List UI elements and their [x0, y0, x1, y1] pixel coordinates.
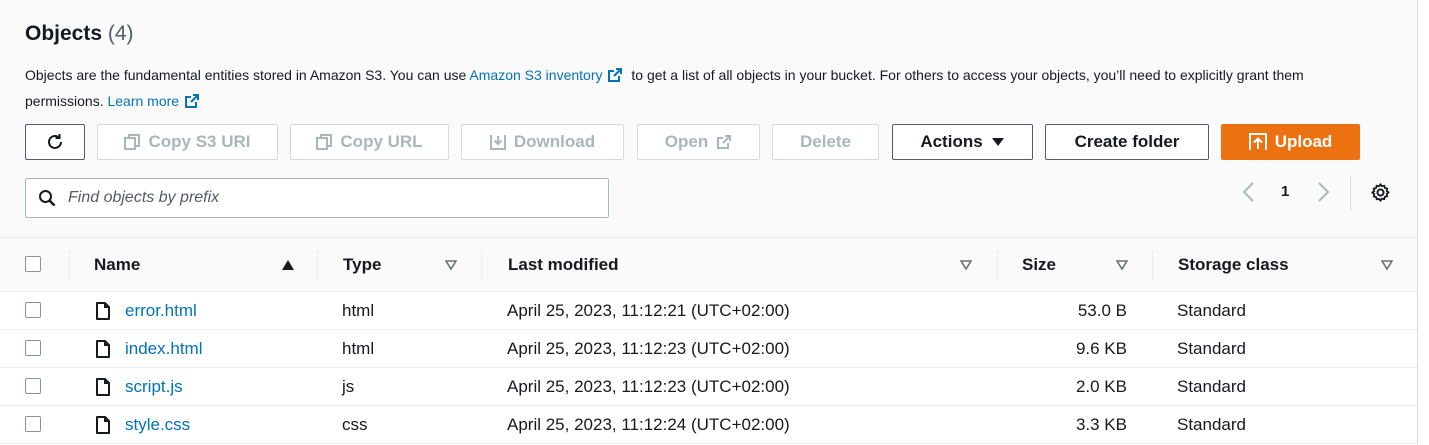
- object-name-link[interactable]: style.css: [125, 415, 190, 435]
- objects-description: Objects are the fundamental entities sto…: [25, 63, 1385, 114]
- object-type: html: [342, 338, 375, 358]
- copy-icon: [316, 134, 333, 150]
- open-label: Open: [664, 132, 709, 151]
- object-size: 3.3 KB: [1075, 414, 1127, 434]
- column-header-type[interactable]: Type: [343, 238, 381, 291]
- table-row[interactable]: style.css css April 25, 2023, 11:12:24 (…: [0, 406, 1417, 444]
- object-last-modified: April 25, 2023, 11:12:21 (UTC+02:00): [507, 300, 790, 320]
- sort-ascending-icon[interactable]: [281, 259, 295, 271]
- column-label: Size: [1022, 254, 1057, 274]
- column-label: Storage class: [1178, 254, 1289, 274]
- object-storage-class: Standard: [1177, 338, 1246, 358]
- sort-icon[interactable]: [445, 260, 457, 270]
- upload-label: Upload: [1274, 132, 1333, 151]
- column-divider: [997, 250, 998, 280]
- sort-icon[interactable]: [1381, 260, 1393, 270]
- object-size: 53.0 B: [1077, 300, 1127, 320]
- create-folder-label: Create folder: [1074, 132, 1180, 151]
- object-type: css: [342, 414, 368, 434]
- description-text-1: Objects are the fundamental entities sto…: [25, 67, 470, 83]
- objects-count: (4): [107, 22, 134, 45]
- column-label: Type: [343, 254, 382, 274]
- object-size: 2.0 KB: [1075, 376, 1127, 396]
- object-storage-class: Standard: [1177, 376, 1246, 396]
- previous-page-icon[interactable]: [1240, 181, 1258, 203]
- settings-gear-icon[interactable]: [1370, 182, 1391, 203]
- column-header-last-modified[interactable]: Last modified: [508, 238, 619, 291]
- file-icon: [96, 340, 110, 358]
- sort-icon[interactable]: [960, 260, 972, 270]
- create-folder-button[interactable]: Create folder: [1045, 124, 1209, 160]
- column-label: Last modified: [508, 254, 619, 274]
- search-box[interactable]: [25, 178, 609, 218]
- column-divider: [69, 250, 70, 280]
- object-type: js: [342, 376, 355, 396]
- upload-button[interactable]: Upload: [1221, 124, 1360, 160]
- file-icon: [96, 378, 110, 396]
- download-label: Download: [513, 132, 596, 151]
- objects-title: Objects: [25, 22, 103, 45]
- row-checkbox[interactable]: [25, 302, 41, 318]
- table-row[interactable]: index.html html April 25, 2023, 11:12:23…: [0, 330, 1417, 368]
- pagination-divider: [1350, 176, 1351, 210]
- search-icon: [39, 190, 56, 207]
- objects-header: Objects (4): [25, 22, 134, 46]
- object-storage-class: Standard: [1177, 414, 1246, 434]
- actions-label: Actions: [920, 132, 983, 151]
- column-label: Name: [94, 254, 141, 274]
- column-divider: [317, 250, 318, 280]
- upload-icon: [1248, 133, 1267, 150]
- external-link-icon: [608, 68, 623, 82]
- object-storage-class: Standard: [1177, 300, 1246, 320]
- object-type: html: [342, 300, 375, 320]
- table-header: Name Type Last modified Size Storage cla…: [0, 237, 1417, 292]
- column-header-storage-class[interactable]: Storage class: [1178, 238, 1289, 291]
- s3-inventory-link[interactable]: Amazon S3 inventory: [469, 67, 602, 83]
- objects-table: Name Type Last modified Size Storage cla…: [0, 237, 1417, 444]
- current-page-number[interactable]: 1: [1281, 183, 1289, 200]
- download-button[interactable]: Download: [461, 124, 624, 160]
- object-last-modified: April 25, 2023, 11:12:24 (UTC+02:00): [507, 414, 790, 434]
- row-checkbox[interactable]: [25, 416, 41, 432]
- search-input[interactable]: [66, 188, 590, 208]
- row-checkbox[interactable]: [25, 378, 41, 394]
- table-row[interactable]: error.html html April 25, 2023, 11:12:21…: [0, 292, 1417, 330]
- copy-s3-uri-label: Copy S3 URI: [148, 132, 251, 151]
- caret-down-icon: [991, 138, 1004, 146]
- copy-url-button[interactable]: Copy URL: [290, 124, 449, 160]
- copy-s3-uri-button[interactable]: Copy S3 URI: [97, 124, 278, 160]
- actions-dropdown-button[interactable]: Actions: [892, 124, 1033, 160]
- column-divider: [1152, 250, 1153, 280]
- object-name-link[interactable]: script.js: [125, 377, 183, 397]
- column-header-name[interactable]: Name: [94, 238, 140, 291]
- copy-icon: [124, 134, 141, 150]
- table-body: error.html html April 25, 2023, 11:12:21…: [0, 292, 1417, 444]
- delete-button[interactable]: Delete: [772, 124, 879, 160]
- table-row[interactable]: script.js js April 25, 2023, 11:12:23 (U…: [0, 368, 1417, 406]
- column-header-size[interactable]: Size: [1022, 238, 1056, 291]
- object-last-modified: April 25, 2023, 11:12:23 (UTC+02:00): [507, 376, 790, 396]
- copy-url-label: Copy URL: [340, 132, 423, 151]
- refresh-icon: [48, 134, 62, 149]
- download-icon: [489, 135, 506, 150]
- open-button[interactable]: Open: [637, 124, 760, 160]
- refresh-button[interactable]: [25, 124, 85, 160]
- external-link-icon: [717, 135, 732, 149]
- learn-more-link[interactable]: Learn more: [107, 93, 179, 109]
- select-all-checkbox[interactable]: [25, 256, 41, 272]
- object-size: 9.6 KB: [1075, 338, 1127, 358]
- object-name-link[interactable]: error.html: [125, 301, 197, 321]
- objects-panel: Objects (4) Objects are the fundamental …: [0, 0, 1418, 444]
- object-name-link[interactable]: index.html: [125, 339, 202, 359]
- row-checkbox[interactable]: [25, 340, 41, 356]
- column-divider: [481, 250, 482, 280]
- file-icon: [96, 302, 110, 320]
- sort-icon[interactable]: [1116, 260, 1128, 270]
- external-link-icon: [185, 93, 200, 108]
- object-last-modified: April 25, 2023, 11:12:23 (UTC+02:00): [507, 338, 790, 358]
- file-icon: [96, 416, 110, 434]
- next-page-icon[interactable]: [1314, 181, 1332, 203]
- delete-label: Delete: [799, 132, 852, 151]
